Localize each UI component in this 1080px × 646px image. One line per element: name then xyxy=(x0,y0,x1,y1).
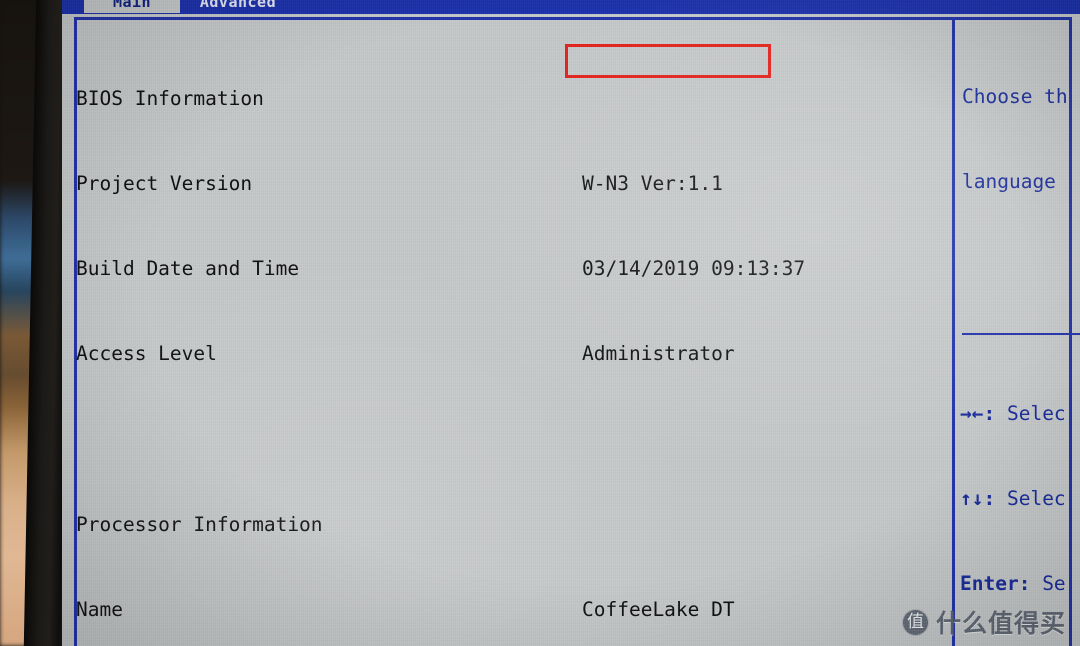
value-project-version: W-N3 Ver:1.1 xyxy=(582,172,723,196)
help-description: Choose th language xyxy=(962,26,1080,253)
value-name: CoffeeLake DT xyxy=(582,598,735,622)
key-arrow-vertical-icon: ↑↓: xyxy=(960,487,996,511)
red-highlight-annotation xyxy=(565,44,771,78)
bios-screen: Main Advanced BIOS Information Project V… xyxy=(62,0,1080,646)
settings-label-column: BIOS Information Project Version Build D… xyxy=(76,28,323,646)
help-line-2: language xyxy=(962,170,1056,194)
value-spacer-1 xyxy=(582,426,864,454)
label-access-level[interactable]: Access Level xyxy=(76,340,323,368)
panel-divider xyxy=(952,20,955,646)
label-processor-information: Processor Information xyxy=(76,512,323,536)
label-spacer-1 xyxy=(76,426,323,454)
value-processor-information xyxy=(582,511,864,539)
value-access-level: Administrator xyxy=(582,342,735,366)
value-build-date-time: 03/14/2019 09:13:37 xyxy=(582,257,806,281)
help-separator xyxy=(962,333,1080,335)
label-build-date-time[interactable]: Build Date and Time xyxy=(76,255,323,283)
tab-advanced[interactable]: Advanced xyxy=(192,0,284,13)
shortcut-action-2: Se xyxy=(1030,572,1066,596)
tab-main[interactable]: Main xyxy=(84,0,180,13)
watermark-logo-icon: 值 xyxy=(901,608,929,636)
label-project-version[interactable]: Project Version xyxy=(76,170,323,198)
help-line-1: Choose th xyxy=(962,84,1068,108)
label-name[interactable]: Name xyxy=(76,596,323,624)
watermark-text: 什么值得买 xyxy=(935,609,1066,638)
key-arrow-horizontal-icon: →←: xyxy=(960,401,996,425)
settings-value-column: W-N3 Ver:1.1 03/14/2019 09:13:37 Adminis… xyxy=(582,28,864,646)
keyboard-shortcut-legend: →←: Selec ↑↓: Selec Enter: Se +/-: Chan … xyxy=(960,343,1080,646)
shortcut-action-1: Selec xyxy=(995,487,1066,511)
watermark: 值 什么值得买 xyxy=(901,604,1066,640)
bios-tab-bar[interactable]: Main Advanced xyxy=(62,0,1080,14)
shortcut-select-horizontal: →←: Selec xyxy=(960,400,1080,428)
shortcut-enter: Enter: Se xyxy=(960,570,1080,598)
shortcut-select-vertical: ↑↓: Selec xyxy=(960,485,1080,513)
label-bios-information: BIOS Information xyxy=(76,86,264,110)
key-enter: Enter: xyxy=(960,572,1031,596)
value-bios-information xyxy=(582,85,864,113)
shortcut-action-0: Selec xyxy=(995,401,1066,425)
photographed-bios-screen: Main Advanced BIOS Information Project V… xyxy=(0,0,1080,646)
